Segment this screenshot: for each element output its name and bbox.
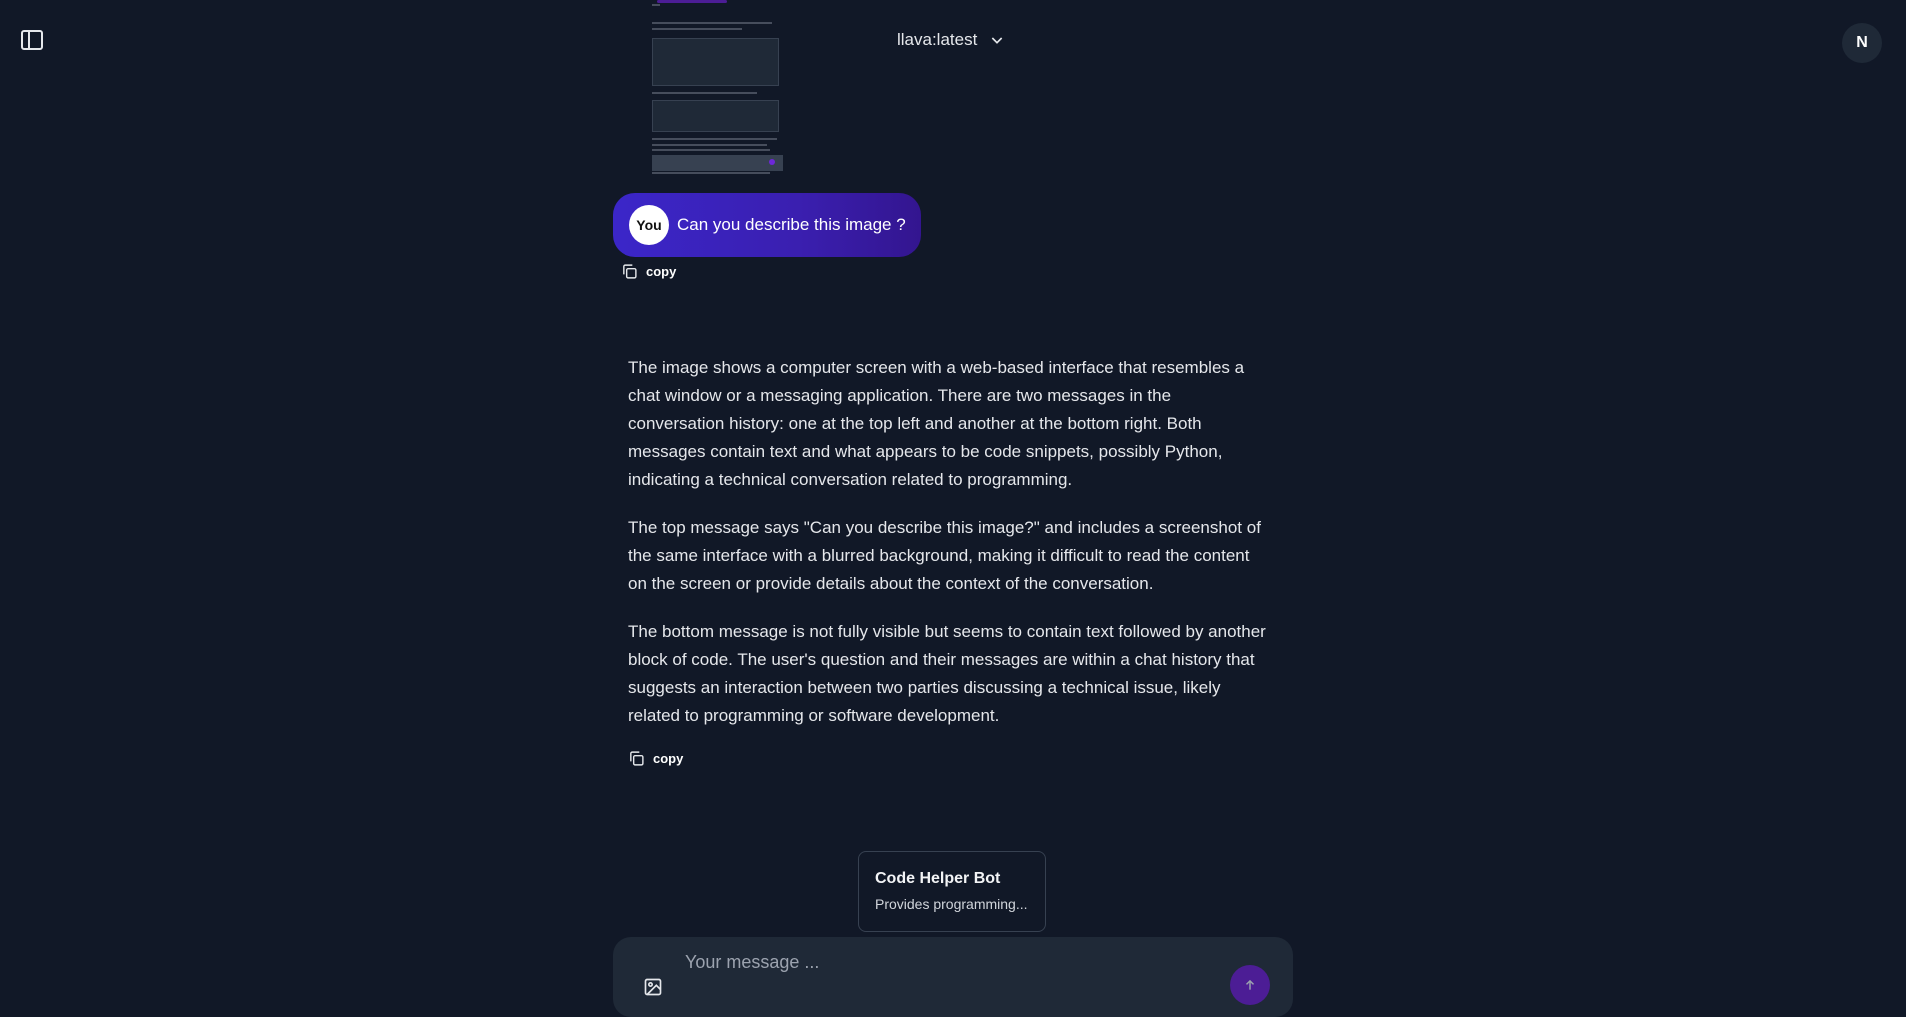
sidebar-toggle-icon	[21, 30, 43, 50]
copy-icon	[623, 264, 637, 279]
copy-label: copy	[646, 264, 677, 279]
image-upload-button[interactable]	[643, 977, 663, 997]
bot-name: Code Helper Bot	[875, 870, 1001, 887]
assistant-paragraph: The image shows a computer screen with a…	[628, 358, 1245, 489]
copy-icon	[630, 751, 644, 766]
sidebar-toggle-button[interactable]	[20, 28, 44, 52]
user-avatar[interactable]: N	[1842, 23, 1882, 63]
bot-description: Provides programming...	[875, 896, 1028, 912]
message-input[interactable]	[683, 951, 1207, 974]
send-button[interactable]	[1230, 965, 1270, 1005]
attached-image[interactable]	[649, 0, 784, 178]
copy-assistant-message-button[interactable]: copy	[628, 750, 683, 767]
model-selector[interactable]: llava:latest	[897, 30, 1005, 50]
user-message-bubble: You Can you describe this image ?	[613, 193, 921, 257]
user-message-text: Can you describe this image ?	[677, 215, 906, 234]
copy-label: copy	[653, 751, 684, 766]
chevron-down-icon	[992, 37, 1003, 44]
assistant-message: The image shows a computer screen with a…	[628, 354, 1268, 750]
arrow-up-icon	[1245, 979, 1255, 990]
assistant-paragraph: The bottom message is not fully visible …	[628, 622, 1266, 725]
you-avatar: You	[629, 205, 669, 245]
assistant-paragraph: The top message says "Can you describe t…	[628, 518, 1261, 593]
copy-user-message-button[interactable]: copy	[621, 263, 676, 280]
suggested-bot-card[interactable]: Code Helper Bot Provides programming...	[858, 851, 1046, 932]
message-composer	[613, 937, 1293, 1017]
image-upload-icon	[644, 978, 662, 996]
model-name: llava:latest	[897, 30, 978, 49]
